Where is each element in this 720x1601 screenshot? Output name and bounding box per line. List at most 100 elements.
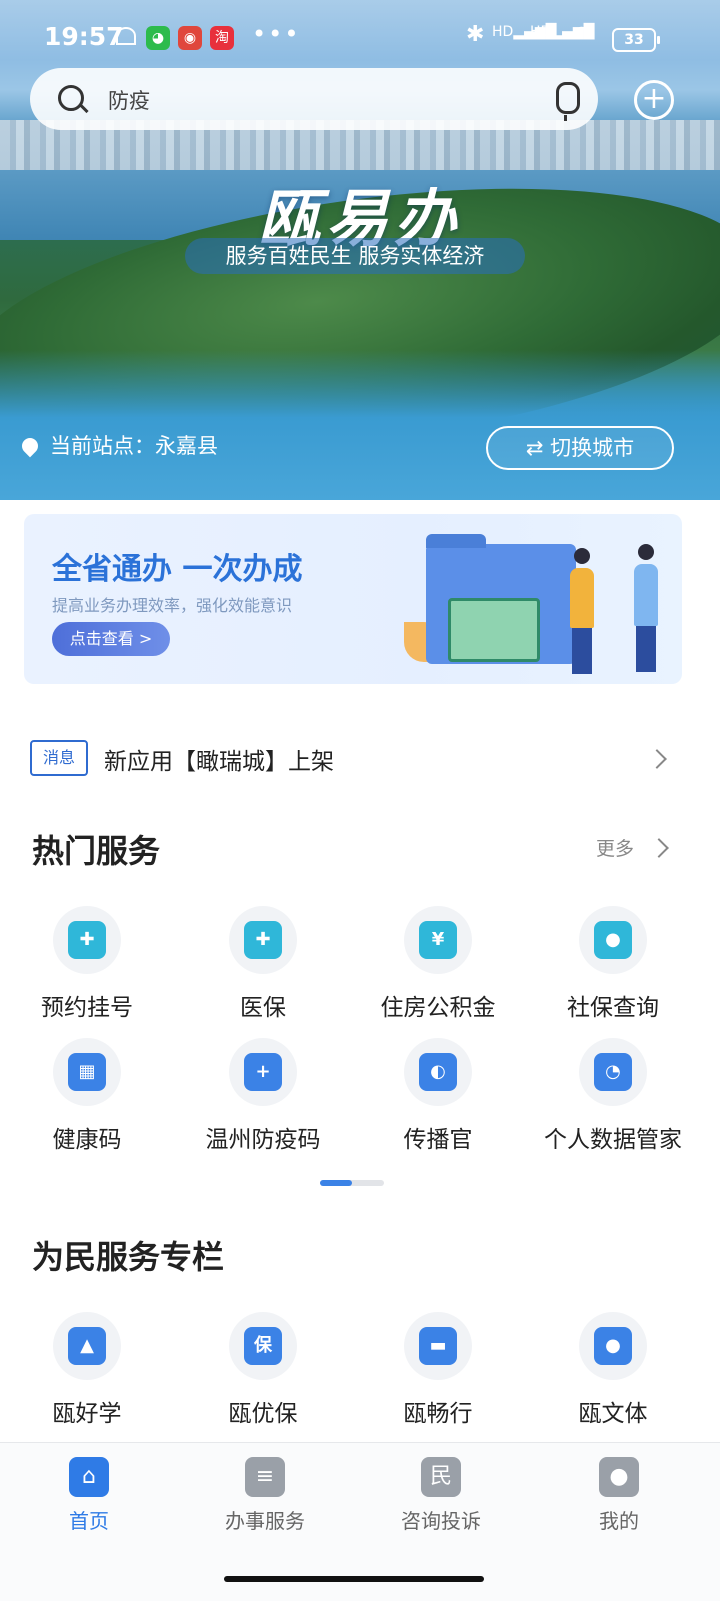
person-icon-2 xyxy=(634,544,658,672)
search-input[interactable]: 防疫 xyxy=(108,85,150,115)
house-yuan-icon: ¥ xyxy=(419,921,457,959)
car-icon: ▬ xyxy=(419,1327,457,1365)
service-label: 健康码 xyxy=(52,1127,122,1153)
bluetooth-icon: ✱ xyxy=(466,22,485,47)
service-item[interactable]: ◐ 传播官 xyxy=(353,1038,523,1154)
service-item[interactable]: ✚ 医保 xyxy=(178,906,348,1022)
service-icon-circle: ◐ xyxy=(404,1038,472,1106)
message-ticker[interactable]: 消息 新应用【瞰瑞城】上架 xyxy=(30,738,680,778)
app-notification-icon: ◉ xyxy=(178,26,202,50)
headset-icon xyxy=(116,27,136,45)
shield-user-icon: ● xyxy=(594,921,632,959)
service-label: 传播官 xyxy=(403,1127,473,1153)
calendar-plus-icon: ✚ xyxy=(68,921,106,959)
switch-city-label: 切换城市 xyxy=(550,436,635,460)
home-indicator xyxy=(224,1576,484,1582)
current-station: 当前站点：永嘉县 xyxy=(18,430,218,460)
search-bar[interactable]: 防疫 xyxy=(30,68,598,130)
promo-subtitle: 提高业务办理效率，强化效能意识 xyxy=(52,596,293,615)
service-icon-circle: ▦ xyxy=(53,1038,121,1106)
tab-label: 办事服务 xyxy=(225,1509,305,1533)
slogan: 服务百姓民生 服务实体经济 xyxy=(185,238,525,274)
handshake-illustration xyxy=(384,534,674,674)
document-clock-icon: ≡ xyxy=(245,1457,285,1497)
service-item[interactable]: ▲ 瓯好学 xyxy=(2,1312,172,1428)
wifi-icon: ◠ xyxy=(572,22,592,47)
more-chevron-icon xyxy=(649,838,669,858)
megaphone-user-icon: ◐ xyxy=(419,1053,457,1091)
service-label: 个人数据管家 xyxy=(544,1127,682,1153)
switch-city-button[interactable]: ⇄ 切换城市 xyxy=(486,426,674,470)
swap-arrows-icon: ⇄ xyxy=(525,436,544,460)
status-bar: 19:57 ◕ ◉ 淘 ••• ✱ HD▂▄▆█ HD▂▄▆█ ◠ 33 xyxy=(0,0,720,76)
service-item[interactable]: ¥ 住房公积金 xyxy=(353,906,523,1022)
service-item[interactable]: ● 瓯文体 xyxy=(528,1312,698,1428)
network-label-2: HD xyxy=(530,24,552,40)
location-pin-icon xyxy=(18,434,42,458)
service-label: 预约挂号 xyxy=(41,995,133,1021)
min-hu-wo-wei-icon: 民 xyxy=(421,1457,461,1497)
search-icon xyxy=(58,85,84,111)
tab-home[interactable]: ⌂ 首页 xyxy=(14,1457,164,1534)
service-label: 瓯畅行 xyxy=(403,1401,473,1427)
service-icon-circle: ✚ xyxy=(53,906,121,974)
message-text: 新应用【瞰瑞城】上架 xyxy=(104,749,334,775)
people-services-title: 为民服务专栏 xyxy=(32,1238,225,1276)
service-icon-circle: ◔ xyxy=(579,1038,647,1106)
wechat-icon: ◕ xyxy=(146,26,170,50)
taobao-icon: 淘 xyxy=(210,26,234,50)
pie-user-icon: ◔ xyxy=(594,1053,632,1091)
service-icon-circle: 保 xyxy=(229,1312,297,1380)
service-icon-circle: ▲ xyxy=(53,1312,121,1380)
microphone-icon[interactable] xyxy=(556,82,580,121)
shield-bao-icon: 保 xyxy=(244,1327,282,1365)
ping-pong-icon: ● xyxy=(594,1327,632,1365)
service-icon-circle: ● xyxy=(579,1312,647,1380)
briefcase-icon xyxy=(448,598,540,662)
shield-plus-icon: + xyxy=(244,1053,282,1091)
user-icon: ● xyxy=(599,1457,639,1497)
station-label: 当前站点：永嘉县 xyxy=(50,434,218,458)
tab-label: 首页 xyxy=(69,1509,109,1533)
network-label-1: HD xyxy=(492,24,514,40)
service-icon-circle: ¥ xyxy=(404,906,472,974)
service-label: 住房公积金 xyxy=(380,995,496,1021)
service-icon-circle: ▬ xyxy=(404,1312,472,1380)
promo-title: 全省通办 一次办成 xyxy=(52,552,303,587)
service-icon-circle: ● xyxy=(579,906,647,974)
service-icon-circle: + xyxy=(229,1038,297,1106)
service-item[interactable]: 保瓯优保 xyxy=(178,1312,348,1428)
service-item[interactable]: ✚ 预约挂号 xyxy=(2,906,172,1022)
tab-label: 我的 xyxy=(599,1509,639,1533)
more-link[interactable]: 更多 xyxy=(596,834,634,861)
service-item[interactable]: ● 社保查询 xyxy=(528,906,698,1022)
service-item[interactable]: ◔ 个人数据管家 xyxy=(528,1038,698,1154)
add-button[interactable]: + xyxy=(634,80,674,120)
person-icon-1 xyxy=(570,548,594,674)
service-item[interactable]: + 温州防疫码 xyxy=(178,1038,348,1154)
service-label: 温州防疫码 xyxy=(205,1127,321,1153)
tab-label: 咨询投诉 xyxy=(401,1509,481,1533)
message-tag: 消息 xyxy=(30,740,88,776)
service-icon-circle: ✚ xyxy=(229,906,297,974)
more-label: 更多 xyxy=(596,838,635,860)
hot-services-title: 热门服务 xyxy=(32,832,161,870)
service-item[interactable]: ▬ 瓯畅行 xyxy=(353,1312,523,1428)
hero-banner: 19:57 ◕ ◉ 淘 ••• ✱ HD▂▄▆█ HD▂▄▆█ ◠ 33 防疫 … xyxy=(0,0,720,500)
medical-insurance-icon: ✚ xyxy=(244,921,282,959)
service-label: 社保查询 xyxy=(567,995,659,1021)
promo-banner[interactable]: 全省通办 一次办成 提高业务办理效率，强化效能意识 点击查看 > xyxy=(24,514,682,684)
page-indicator xyxy=(320,1180,384,1186)
page-indicator-active xyxy=(320,1180,352,1186)
tab-services[interactable]: ≡ 办事服务 xyxy=(190,1457,340,1534)
service-item[interactable]: ▦ 健康码 xyxy=(2,1038,172,1154)
view-details-button[interactable]: 点击查看 > xyxy=(52,622,170,656)
home-icon: ⌂ xyxy=(69,1457,109,1497)
tab-mine[interactable]: ● 我的 xyxy=(544,1457,694,1534)
service-label: 瓯文体 xyxy=(578,1401,648,1427)
qr-code-icon: ▦ xyxy=(68,1053,106,1091)
service-label: 瓯优保 xyxy=(228,1401,298,1427)
status-time: 19:57 xyxy=(44,22,124,51)
battery-icon: 33 xyxy=(612,28,660,52)
tab-consult[interactable]: 民咨询投诉 xyxy=(366,1457,516,1534)
